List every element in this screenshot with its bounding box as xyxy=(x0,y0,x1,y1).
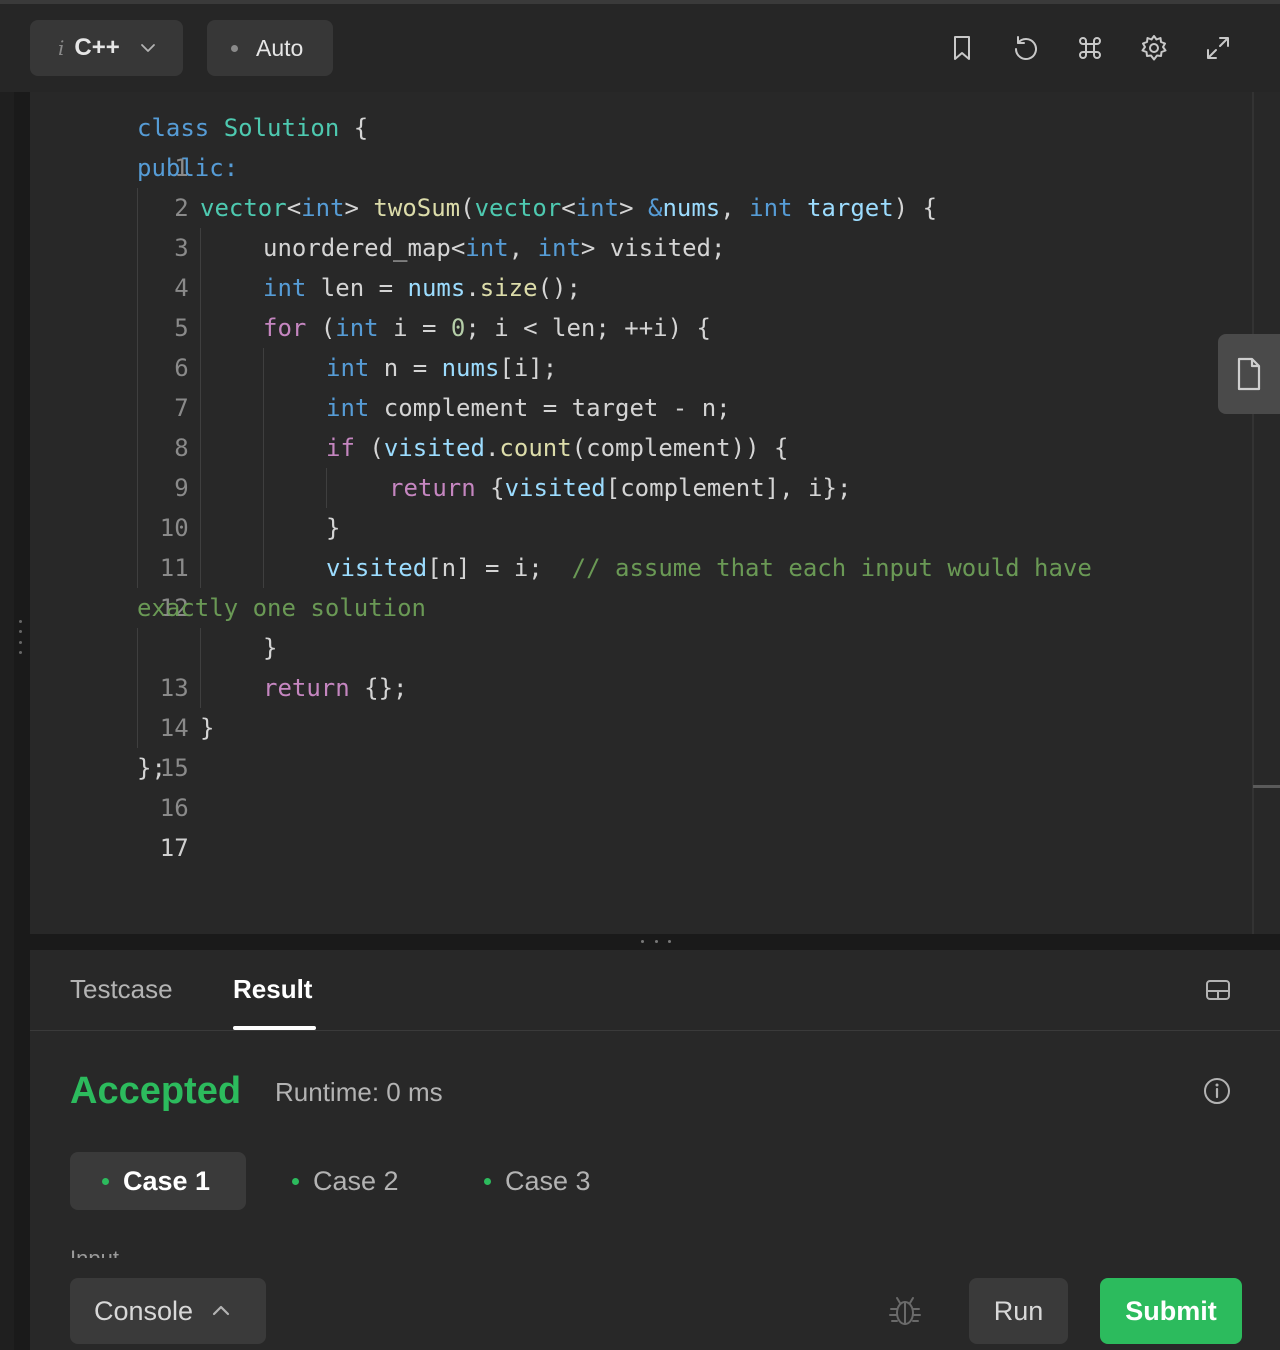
code-lines: 1 class Solution { 2 public: 3 vector<in… xyxy=(30,108,1092,862)
auto-mode-label: Auto xyxy=(256,34,304,61)
code-line: 13 } xyxy=(30,628,277,702)
case-status-dot xyxy=(102,1177,109,1185)
resize-handle-horizontal[interactable] xyxy=(641,940,671,944)
code-line: 10 return {visited[complement], i}; xyxy=(30,468,851,542)
panel-tabs: Testcase Result xyxy=(30,950,1280,1031)
code-line: 6 for (int i = 0; i < len; ++i) { xyxy=(30,308,711,382)
runtime-text: Runtime: 0 ms xyxy=(275,1077,443,1107)
code-line: 14 return {}; xyxy=(30,668,408,742)
gear-icon[interactable] xyxy=(1138,32,1170,64)
chevron-up-icon xyxy=(212,1305,230,1316)
case-label: Case 3 xyxy=(505,1165,591,1196)
case-tab-3[interactable]: Case 3 xyxy=(484,1152,591,1210)
code-line: 9 if (visited.count(complement)) { xyxy=(30,428,788,502)
case-status-dot xyxy=(484,1177,491,1185)
case-label: Case 2 xyxy=(313,1165,399,1196)
code-line: 2 public: xyxy=(30,148,238,222)
code-line: 11 } xyxy=(30,508,340,582)
case-tab-1[interactable]: Case 1 xyxy=(70,1152,246,1210)
language-selector[interactable]: i C++ xyxy=(30,20,183,76)
code-line: 3 vector<int> twoSum(vector<int> &nums, … xyxy=(30,188,937,262)
left-gutter xyxy=(0,92,14,1350)
code-line-wrapped: exactly one solution xyxy=(137,594,426,622)
console-button[interactable]: Console xyxy=(70,1278,266,1344)
code-line: 1 class Solution { xyxy=(30,108,368,182)
tab-testcase[interactable]: Testcase xyxy=(70,974,173,1005)
run-button[interactable]: Run xyxy=(969,1278,1068,1344)
status-accepted: Accepted xyxy=(70,1070,242,1112)
case-tab-2[interactable]: Case 2 xyxy=(292,1152,399,1210)
code-editor[interactable]: 1 class Solution { 2 public: 3 vector<in… xyxy=(30,92,1280,934)
resize-handle-vertical[interactable] xyxy=(19,620,23,654)
case-status-dot xyxy=(292,1177,299,1185)
code-line: 8 int complement = target - n; xyxy=(30,388,731,462)
auto-status-dot xyxy=(231,44,238,52)
console-label: Console xyxy=(94,1295,194,1326)
language-label: C++ xyxy=(74,34,120,61)
fullscreen-icon[interactable] xyxy=(1202,32,1234,64)
code-line: 7 int n = nums[i]; xyxy=(30,348,557,422)
input-label: Input xyxy=(70,1244,119,1258)
file-notes-button[interactable] xyxy=(1218,334,1280,414)
info-italic-icon: i xyxy=(58,36,65,60)
code-line: 15 } xyxy=(30,708,214,782)
layout-panel-icon[interactable] xyxy=(1204,976,1232,1004)
code-line: 16 }; xyxy=(30,748,189,822)
info-icon[interactable] xyxy=(1202,1076,1232,1106)
scrollbar-marker xyxy=(1253,785,1280,788)
active-tab-indicator xyxy=(233,1026,316,1030)
code-line-current: 17 xyxy=(30,788,189,862)
case-label: Case 1 xyxy=(123,1165,211,1196)
editor-scrollbar[interactable] xyxy=(1252,92,1254,934)
line-number: 17 xyxy=(159,834,189,862)
command-icon[interactable] xyxy=(1074,32,1106,64)
tab-result[interactable]: Result xyxy=(233,974,312,1005)
code-line: 5 int len = nums.size(); xyxy=(30,268,581,342)
submit-button[interactable]: Submit xyxy=(1100,1278,1242,1344)
code-line: 12 visited[n] = i; // assume that each i… xyxy=(30,548,1092,622)
editor-toolbar: i C++ Auto xyxy=(0,4,1280,92)
file-icon xyxy=(1237,357,1261,391)
auto-mode-button[interactable]: Auto xyxy=(207,20,333,76)
reset-icon[interactable] xyxy=(1010,32,1042,64)
chevron-down-icon xyxy=(140,44,155,52)
code-line: 4 unordered_map<int, int> visited; xyxy=(30,228,725,302)
bookmark-icon[interactable] xyxy=(946,32,978,64)
debug-bug-icon[interactable] xyxy=(886,1292,924,1330)
